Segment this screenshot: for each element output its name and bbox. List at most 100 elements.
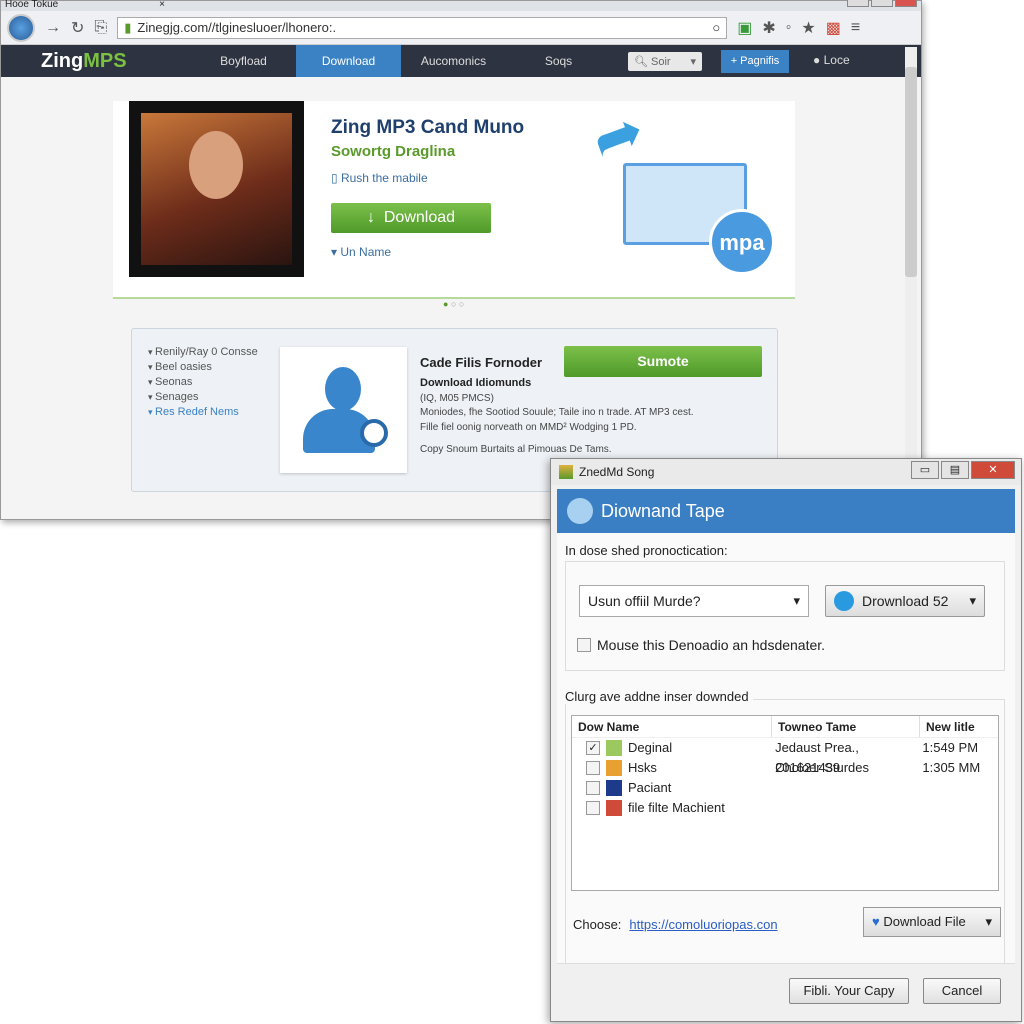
tab-bar: Hooe Tokue × bbox=[1, 0, 921, 11]
dialog-window-title: ZnedMd Song bbox=[579, 465, 655, 479]
download-dialog: ZnedMd Song ▭ ▤ ✕ Diownand Tape In dose sh… bbox=[550, 458, 1022, 1022]
choose-row: Choose: https://comoluoriopas.con bbox=[573, 917, 778, 932]
cancel-button[interactable]: Cancel bbox=[923, 978, 1001, 1004]
nav-item-download[interactable]: Download bbox=[296, 45, 401, 77]
download-button[interactable]: ↓ Download bbox=[331, 203, 491, 233]
browser-tab[interactable]: Hooe Tokue × bbox=[5, 0, 175, 11]
push-mobile-link[interactable]: ▯ Rush the mabile bbox=[331, 171, 428, 185]
card-line: Copy Snoum Burtaits al Pimouas De Tams. bbox=[420, 444, 612, 455]
close-tab-icon[interactable]: × bbox=[159, 0, 165, 10]
table-row[interactable]: file filte Machient bbox=[572, 798, 998, 818]
maximize-button[interactable] bbox=[871, 0, 893, 7]
browser-window: Hooe Tokue × → ↻ ⎘ ▮ Zinegjg.com//tlginesl… bbox=[0, 0, 922, 520]
side-item[interactable]: Senages bbox=[148, 390, 258, 405]
carousel-dots[interactable]: ● ○ ○ bbox=[443, 299, 464, 309]
row-col2: Choloer Sturdes bbox=[775, 760, 870, 775]
side-item[interactable]: Seonas bbox=[148, 375, 258, 390]
browser-toolbar: → ↻ ⎘ ▮ Zinegjg.com//tlginesluoer/lhonero… bbox=[1, 11, 921, 45]
file-name: file filte Machient bbox=[628, 800, 725, 815]
back-button[interactable] bbox=[7, 13, 35, 42]
user-menu[interactable]: ● Loce bbox=[813, 53, 850, 67]
row-checkbox[interactable]: ✓ bbox=[586, 741, 600, 755]
maximize-button[interactable]: ▤ bbox=[941, 461, 969, 479]
logo[interactable]: ZingMPS bbox=[1, 50, 191, 73]
option-checkbox[interactable]: Mouse this Denoadio an hdsdenater. bbox=[577, 637, 825, 653]
artist-photo bbox=[129, 101, 304, 277]
hero-subtitle: Sowortg Draglina bbox=[331, 143, 456, 160]
group2-label: Clurg ave addne inser downded bbox=[565, 689, 753, 704]
minimize-button[interactable] bbox=[847, 0, 869, 7]
side-item[interactable]: Res Redef Nems bbox=[148, 405, 258, 420]
row-time bbox=[918, 778, 998, 798]
file-name: Deginal bbox=[628, 740, 673, 755]
row-col2: Jedaust Prea., 201621439 bbox=[775, 740, 859, 775]
file-name: Hsks bbox=[628, 760, 657, 775]
address-bar[interactable]: ▮ Zinegjg.com//tlginesluoer/lhonero:. ○ bbox=[117, 16, 728, 39]
table-row[interactable]: Paciant bbox=[572, 778, 998, 798]
app-icon bbox=[559, 465, 573, 479]
star-icon[interactable]: ★ bbox=[801, 18, 815, 38]
download-icon bbox=[834, 591, 854, 611]
group1-label: In dose shed pronoctication: bbox=[565, 543, 732, 558]
minimize-button[interactable]: ▭ bbox=[911, 461, 939, 479]
card-title: Cade Filis Fornoder bbox=[420, 355, 543, 370]
site-nav: ZingMPS Boyfload Download Aucomonics Soq… bbox=[1, 45, 921, 77]
user-power-icon bbox=[280, 347, 407, 473]
reload-icon[interactable]: ↻ bbox=[71, 18, 84, 38]
ok-button[interactable]: Fibli. Your Capy bbox=[789, 978, 909, 1004]
hero-title: Zing MP3 Cand Muno bbox=[331, 117, 525, 138]
filter-icon: ▾ bbox=[690, 56, 696, 68]
file-table: Dow Name Towneo Tame New litle ✓ Deginal J… bbox=[571, 715, 999, 891]
menu-icon[interactable]: ≡ bbox=[851, 19, 860, 37]
card-subtitle: Download Idiomunds bbox=[420, 377, 532, 389]
download-dropdown-button[interactable]: Drownload 52 bbox=[825, 585, 985, 617]
column-header[interactable]: Dow Name bbox=[572, 716, 772, 737]
file-icon bbox=[606, 780, 622, 796]
settings-dot-icon[interactable]: ◦ bbox=[786, 19, 792, 37]
submit-button[interactable]: Sumote bbox=[564, 346, 762, 377]
nav-item[interactable]: Soqs bbox=[506, 45, 611, 77]
search-input[interactable]: 🔍︎ Soir ▾ bbox=[628, 52, 702, 71]
hero-banner: Zing MP3 Cand Muno Sowortg Draglina ▯ Ru… bbox=[113, 95, 795, 299]
row-checkbox[interactable] bbox=[586, 801, 600, 815]
favorites-button[interactable]: + Pagnifis bbox=[721, 50, 789, 73]
nav-item[interactable]: Aucomonics bbox=[401, 45, 506, 77]
table-row[interactable]: Hsks Choloer Sturdes 1:305 MM bbox=[572, 758, 998, 778]
row-checkbox[interactable] bbox=[586, 761, 600, 775]
column-header[interactable]: New litle bbox=[920, 716, 998, 737]
star-outline-icon[interactable]: ○ bbox=[712, 20, 720, 35]
row-time bbox=[918, 798, 998, 818]
extension-icon[interactable]: ▣ bbox=[737, 18, 752, 38]
globe-icon bbox=[567, 498, 593, 524]
puzzle-icon[interactable]: ✱ bbox=[762, 18, 775, 38]
bookmark-page-icon[interactable]: ⎘ bbox=[94, 19, 107, 37]
file-icon bbox=[606, 740, 622, 756]
row-time: 1:549 PM bbox=[922, 740, 979, 755]
tab-title: Hooe Tokue bbox=[5, 0, 59, 10]
scrollbar[interactable] bbox=[905, 47, 917, 517]
card-line: Fille fiel oonig norveath on MMD² Wodgin… bbox=[420, 422, 637, 433]
forward-icon[interactable]: → bbox=[45, 19, 61, 37]
card-line: Moniodes, fhe Sootiod Souule; Taile ino … bbox=[420, 407, 694, 418]
app-icon[interactable]: ▩ bbox=[826, 18, 841, 38]
unname-link[interactable]: ▾ Un Name bbox=[331, 245, 391, 259]
nav-item[interactable]: Boyfload bbox=[191, 45, 296, 77]
file-icon bbox=[606, 800, 622, 816]
column-header[interactable]: Towneo Tame bbox=[772, 716, 920, 737]
row-checkbox[interactable] bbox=[586, 781, 600, 795]
url-text: Zinegjg.com//tlginesluoer/lhonero:. bbox=[137, 20, 337, 35]
lock-icon: ▮ bbox=[124, 19, 132, 35]
choose-label: Choose: bbox=[573, 917, 622, 932]
choose-link[interactable]: https://comoluoriopas.con bbox=[629, 917, 777, 932]
close-button[interactable]: ✕ bbox=[971, 461, 1015, 479]
side-list: Renily/Ray 0 Consse Beel oasies Seonas S… bbox=[148, 345, 258, 420]
file-icon bbox=[606, 760, 622, 776]
table-row[interactable]: ✓ Deginal Jedaust Prea., 201621439 1:549 PM bbox=[572, 738, 998, 775]
side-item[interactable]: Beel oasies bbox=[148, 360, 258, 375]
side-item[interactable]: Renily/Ray 0 Consse bbox=[148, 345, 258, 360]
file-name: Paciant bbox=[628, 780, 672, 795]
row-time: 1:305 MM bbox=[922, 760, 981, 775]
option-select[interactable]: Usun offiil Murde? bbox=[579, 585, 809, 617]
close-button[interactable] bbox=[895, 0, 917, 7]
download-file-button[interactable]: ♥ Download File bbox=[863, 907, 1001, 937]
